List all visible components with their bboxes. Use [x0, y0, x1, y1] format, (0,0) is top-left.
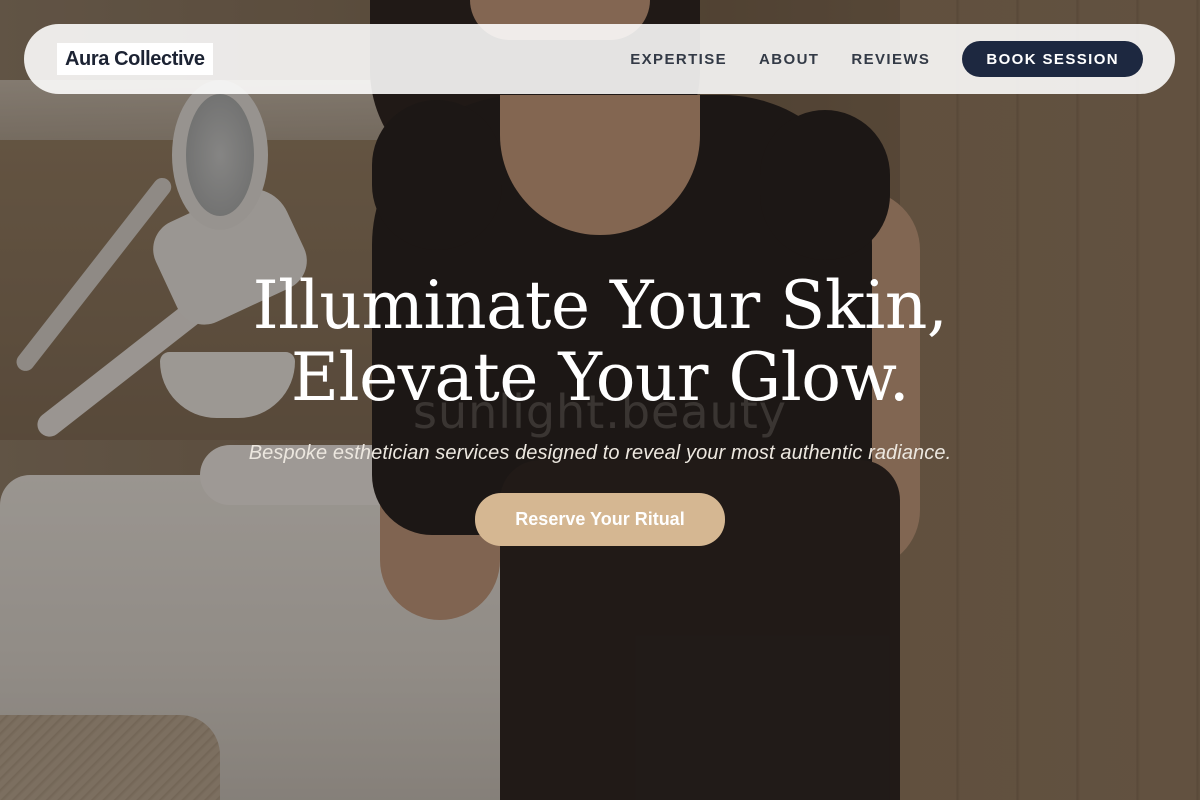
hero-subtitle: Bespoke esthetician services designed to…: [248, 442, 952, 464]
top-navbar: Aura Collective EXPERTISE ABOUT REVIEWS …: [24, 24, 1175, 94]
nav-link-about[interactable]: ABOUT: [759, 51, 819, 68]
hero-section: sunlight.beauty Aura Collective EXPERTIS…: [0, 0, 1200, 800]
book-session-button[interactable]: BOOK SESSION: [962, 41, 1143, 77]
hero-headline-line-2: Elevate Your Glow.: [290, 339, 910, 416]
hero-headline: Illuminate Your Skin, Elevate Your Glow.: [0, 270, 1200, 414]
hero-headline-line-1: Illuminate Your Skin,: [252, 267, 948, 344]
nav-link-reviews[interactable]: REVIEWS: [851, 51, 930, 68]
nav-links: EXPERTISE ABOUT REVIEWS BOOK SESSION: [630, 41, 1143, 77]
reserve-ritual-button[interactable]: Reserve Your Ritual: [475, 493, 725, 546]
hero-content: Illuminate Your Skin, Elevate Your Glow.…: [0, 270, 1200, 546]
brand-logo[interactable]: Aura Collective: [57, 43, 213, 75]
nav-link-expertise[interactable]: EXPERTISE: [630, 51, 727, 68]
